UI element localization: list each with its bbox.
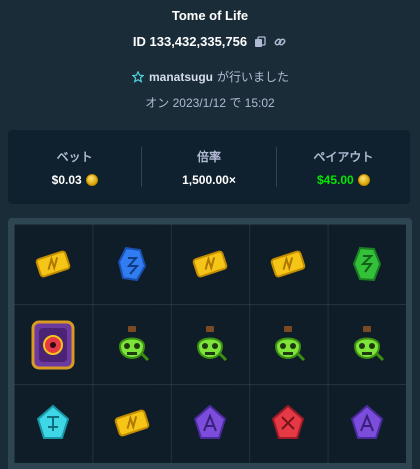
green-rune-icon [346, 243, 388, 285]
multiplier-stat: 倍率 1,500.00× [142, 148, 275, 187]
red-rune-icon [267, 402, 309, 444]
star-icon [131, 70, 145, 84]
coin-icon [85, 173, 98, 186]
bet-stat: ベット $0.03 [8, 148, 141, 187]
reel-grid [14, 224, 406, 463]
gold-rune-icon [189, 243, 231, 285]
bet-id-row: ID 133,432,335,756 [0, 34, 420, 49]
placed-by-suffix: が行いました [217, 70, 290, 84]
payout-stat: ペイアウト $45.00 [277, 148, 410, 187]
bet-label: ベット [56, 149, 93, 164]
purple-rune-icon [189, 402, 231, 444]
bet-stats-panel: ベット $0.03 倍率 1,500.00× ペイアウト $45.00 [8, 130, 410, 204]
payout-amount-value: $45.00 [316, 172, 354, 187]
bet-id: ID 133,432,335,756 [132, 34, 248, 49]
green-skull-potion-icon [189, 323, 231, 365]
cyan-rune-icon [32, 402, 74, 444]
copy-icon[interactable] [253, 35, 267, 49]
blue-rune-icon [111, 243, 153, 285]
book-tome-icon [29, 316, 77, 372]
gold-rune-icon [111, 402, 153, 444]
gold-rune-icon [32, 243, 74, 285]
bet-amount-value: $0.03 [51, 172, 82, 187]
purple-rune-icon [346, 402, 388, 444]
green-skull-potion-icon [346, 323, 388, 365]
gold-rune-icon [267, 243, 309, 285]
username-link[interactable]: manatsugu [149, 70, 213, 84]
payout-amount: $45.00 [317, 173, 370, 187]
multiplier-label: 倍率 [196, 149, 221, 164]
payout-label: ペイアウト [313, 149, 374, 164]
placed-by-row: manatsugu が行いました [0, 68, 420, 85]
bet-date: オン 2023/1/12 で 15:02 [145, 96, 275, 110]
game-title: Tome of Life [171, 8, 249, 23]
multiplier-value: 1,500.00× [182, 172, 236, 187]
green-skull-potion-icon [111, 323, 153, 365]
green-skull-potion-icon [267, 323, 309, 365]
link-icon[interactable] [273, 35, 287, 49]
bet-amount: $0.03 [52, 173, 98, 187]
reel-frame [8, 218, 412, 469]
coin-icon [357, 173, 370, 186]
